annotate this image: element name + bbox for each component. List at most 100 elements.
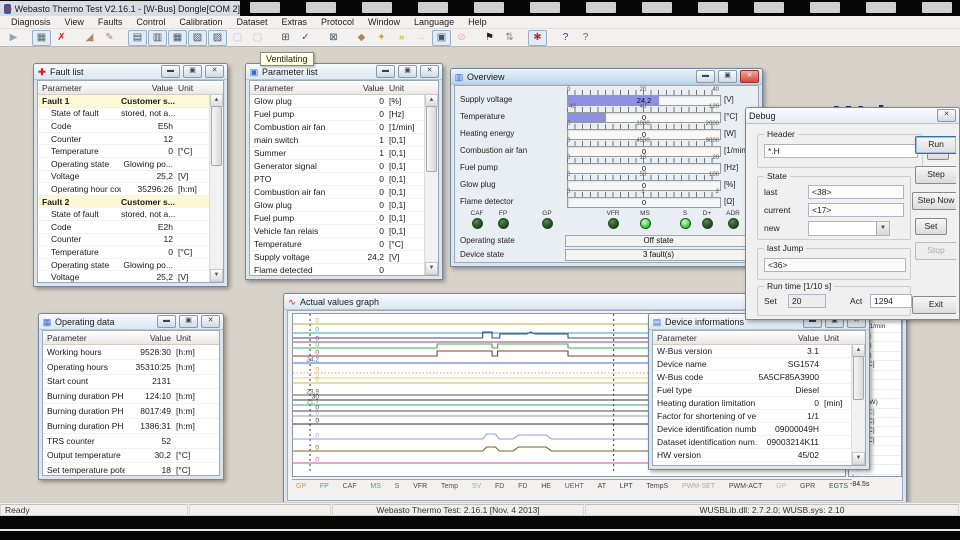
set-button[interactable]: Set [915, 218, 947, 235]
graph-window-icon[interactable]: ▨ [208, 30, 227, 46]
step-button[interactable]: Step [915, 166, 956, 184]
table-row[interactable]: Device nameSG1574 [653, 358, 865, 371]
legend-item-temps[interactable]: TempS [646, 483, 668, 490]
tx-rx-icon[interactable]: ⇅ [500, 30, 519, 46]
new-state-combobox[interactable]: ▼ [808, 221, 890, 236]
connect-icon[interactable]: ▶ [4, 30, 23, 46]
column-header-parameter[interactable]: Parameter [653, 333, 757, 343]
table-row[interactable]: Combustion air fan0[0,1] [250, 186, 438, 199]
dataset-grid-icon[interactable]: ▦ [32, 30, 51, 46]
table-row[interactable]: Counter12 [38, 133, 223, 146]
column-header-parameter[interactable]: Parameter [38, 83, 121, 93]
help-icon[interactable]: ? [556, 30, 575, 46]
close-table-icon[interactable]: ⊠ [324, 30, 343, 46]
menu-item-faults[interactable]: Faults [91, 16, 130, 28]
menu-item-calibration[interactable]: Calibration [172, 16, 229, 28]
menu-item-dataset[interactable]: Dataset [229, 16, 274, 28]
legend-item-s[interactable]: S [395, 483, 400, 490]
step-now-button[interactable]: Step Now [912, 192, 956, 210]
apply-check-icon[interactable]: ✓ [296, 30, 315, 46]
table-row[interactable]: Counter12 [38, 234, 223, 247]
scrollbar-thumb[interactable] [853, 356, 864, 400]
column-header-value[interactable]: Value [757, 333, 819, 343]
table-row[interactable]: Summer1[0,1] [250, 147, 438, 160]
table-row[interactable]: Fuel pump0[0,1] [250, 212, 438, 225]
legend-item-lpt[interactable]: LPT [620, 483, 633, 490]
table-row[interactable]: Start count2131 [43, 375, 219, 390]
column-header-parameter[interactable]: Parameter [43, 333, 125, 343]
legend-item-pwm-set[interactable]: PWM-SET [682, 483, 715, 490]
table-row[interactable]: CodeE5h [38, 120, 223, 133]
table-row[interactable]: Supply voltage24,2[V] [250, 251, 438, 264]
maximize-button[interactable]: ▣ [718, 70, 737, 83]
legend-item-gpr[interactable]: GPR [800, 483, 815, 490]
table-row[interactable]: SW version18/03 3.17 [653, 462, 865, 466]
maximize-button[interactable]: ▣ [398, 65, 417, 78]
edit-icon[interactable]: ✎ [100, 30, 119, 46]
table-row[interactable]: Working hours9528:30[h:m] [43, 345, 219, 360]
menu-item-language[interactable]: Language [407, 16, 461, 28]
table-row[interactable]: HW version45/02 [653, 449, 865, 462]
fault-list-window-icon[interactable]: ▤ [128, 30, 147, 46]
move-icon[interactable]: ✦ [372, 30, 391, 46]
legend-item-vfr[interactable]: VFR [413, 483, 427, 490]
column-header-unit[interactable]: Unit [173, 83, 210, 93]
table-row[interactable]: Fuel typeDiesel [653, 384, 865, 397]
table-row[interactable]: Set temperature poten...18[°C] [43, 463, 219, 476]
close-button[interactable]: ✕ [420, 65, 439, 78]
flag-icon[interactable]: ⚑ [480, 30, 499, 46]
legend-item-caf[interactable]: CAF [343, 483, 357, 490]
run-button[interactable]: Run [915, 136, 956, 154]
table-row[interactable]: W-Bus code5A5CF85A3900 [653, 371, 865, 384]
vertical-scrollbar[interactable]: ▲▼ [209, 94, 223, 282]
table-row[interactable]: Dataset identification num...09003214K11 [653, 436, 865, 449]
menu-item-window[interactable]: Window [361, 16, 407, 28]
legend-item-ueht[interactable]: UEHT [565, 483, 584, 490]
table-row[interactable]: Temperature0[°C] [250, 238, 438, 251]
table-row[interactable]: Operating hour counter35296:26[h:m] [38, 183, 223, 196]
debug-titlebar[interactable]: Debug ✕ [746, 108, 959, 124]
table-row[interactable]: CodeE2h [38, 221, 223, 234]
menu-item-diagnosis[interactable]: Diagnosis [4, 16, 58, 28]
legend-item-temp[interactable]: Temp [441, 483, 458, 490]
parameter-list-titlebar[interactable]: ▣ Parameter list ▬▣✕ [246, 64, 442, 80]
hand-icon[interactable]: ◆ [352, 30, 371, 46]
table-row[interactable]: Temperature0[°C] [38, 246, 223, 259]
table-row[interactable]: Combustion air fan0[1/min] [250, 121, 438, 134]
table-row[interactable]: Voltage25,2[V] [38, 271, 223, 283]
table-row[interactable]: Burning duration PH 6...1386:31[h:m] [43, 419, 219, 434]
table-row[interactable]: TRS counter52 [43, 434, 219, 449]
step-arrow-icon[interactable]: » [392, 30, 411, 46]
table-row[interactable]: PTO0[0,1] [250, 173, 438, 186]
table-row[interactable]: Fault 1Customer s... [38, 95, 223, 108]
table-row[interactable]: Flame detected0 [250, 264, 438, 276]
table-row[interactable]: Output temperature30,2[°C] [43, 449, 219, 464]
overview-titlebar[interactable]: ▥ Overview ▬▣✕ [451, 69, 762, 85]
legend-item-fp[interactable]: FP [320, 483, 329, 490]
scroll-down-icon[interactable]: ▼ [852, 452, 865, 465]
operating-data-titlebar[interactable]: ▦ Operating data ▬▣✕ [39, 314, 223, 330]
column-header-unit[interactable]: Unit [819, 333, 852, 343]
minimize-button[interactable]: ▬ [376, 65, 395, 78]
legend-item-fd[interactable]: FD [495, 483, 504, 490]
close-button[interactable]: ✕ [740, 70, 759, 83]
column-header-value[interactable]: Value [125, 333, 171, 343]
column-header-parameter[interactable]: Parameter [250, 83, 344, 93]
table-row[interactable]: Glow plug0[%] [250, 95, 438, 108]
menu-item-extras[interactable]: Extras [274, 16, 314, 28]
debug-header-field[interactable]: *.H [764, 144, 918, 158]
minimize-button[interactable]: ▬ [157, 315, 176, 328]
legend-item-pwm-act[interactable]: PWM-ACT [729, 483, 762, 490]
close-button[interactable]: ✕ [205, 65, 224, 78]
menu-item-help[interactable]: Help [461, 16, 494, 28]
maximize-button[interactable]: ▣ [183, 65, 202, 78]
link-windows-icon[interactable]: ▣ [432, 30, 451, 46]
table-row[interactable]: Burning duration PH 1...124:10[h:m] [43, 389, 219, 404]
runtime-set-field[interactable]: 20 [788, 294, 826, 308]
column-header-value[interactable]: Value [344, 83, 384, 93]
maximize-button[interactable]: ▣ [179, 315, 198, 328]
legend-item-gp[interactable]: GP [776, 483, 786, 490]
minimize-button[interactable]: ▬ [696, 70, 715, 83]
menu-item-view[interactable]: View [58, 16, 91, 28]
close-button[interactable]: ✕ [201, 315, 220, 328]
